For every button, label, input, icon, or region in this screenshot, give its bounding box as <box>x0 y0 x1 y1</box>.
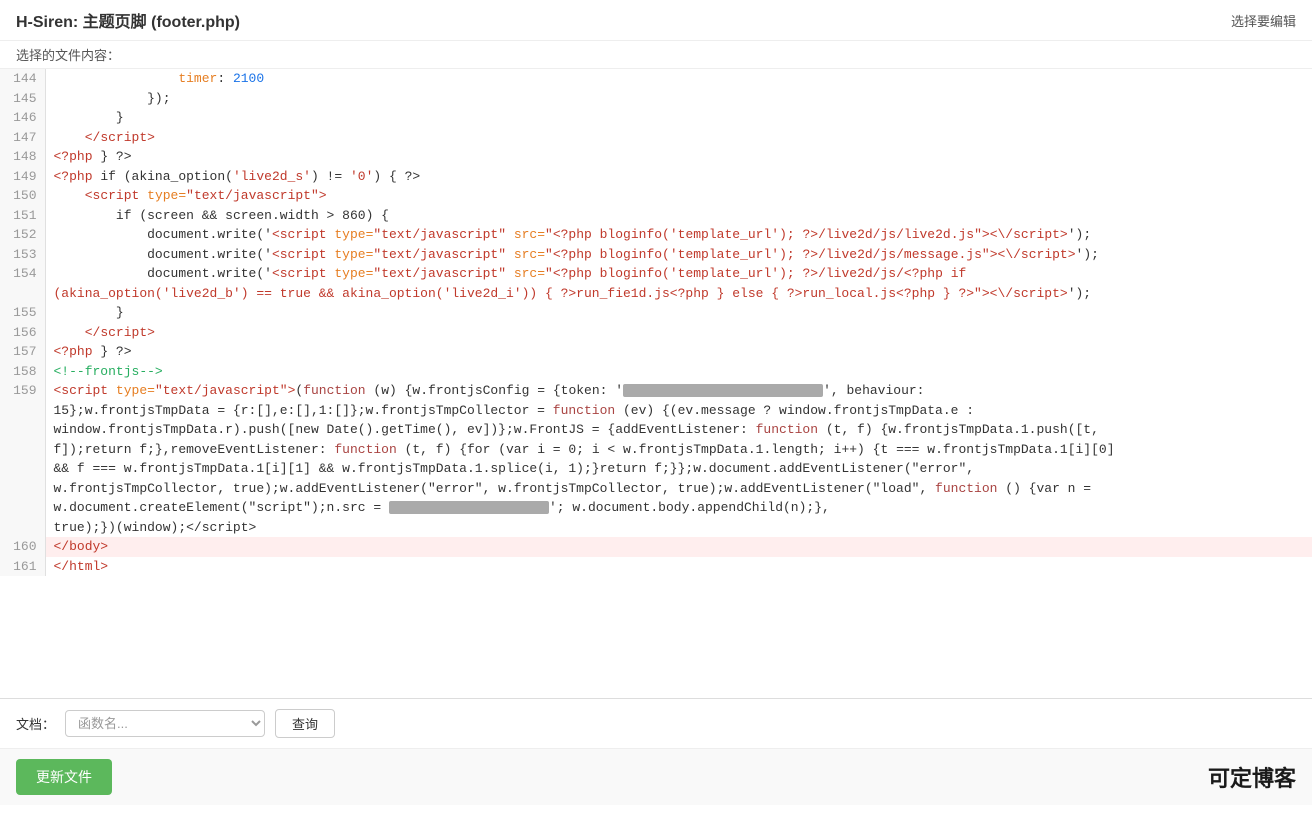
table-row: 147 </script> <box>0 128 1312 148</box>
line-code[interactable]: document.write('<script type="text/javas… <box>45 264 1312 303</box>
table-row: 160 </body> <box>0 537 1312 557</box>
line-number: 148 <box>0 147 45 167</box>
function-select[interactable]: 函数名... <box>65 710 265 737</box>
table-row: 148 <?php } ?> <box>0 147 1312 167</box>
query-button[interactable]: 查询 <box>275 709 335 738</box>
line-code[interactable]: </body> <box>45 537 1312 557</box>
header: H-Siren: 主题页脚 (footer.php) 选择要编辑 <box>0 0 1312 41</box>
brand-label: 可定博客 <box>1208 761 1296 793</box>
table-row: 145 }); <box>0 89 1312 109</box>
bottom-bar: 更新文件 可定博客 <box>0 749 1312 805</box>
table-row: 149 <?php if (akina_option('live2d_s') !… <box>0 167 1312 187</box>
line-code[interactable]: </script> <box>45 323 1312 343</box>
line-number: 156 <box>0 323 45 343</box>
line-number: 158 <box>0 362 45 382</box>
line-code[interactable]: } <box>45 108 1312 128</box>
line-code[interactable]: timer: 2100 <box>45 69 1312 89</box>
table-row: 146 } <box>0 108 1312 128</box>
line-code[interactable]: <?php } ?> <box>45 342 1312 362</box>
line-number: 152 <box>0 225 45 245</box>
line-code[interactable]: </script> <box>45 128 1312 148</box>
line-number: 147 <box>0 128 45 148</box>
table-row: 154 document.write('<script type="text/j… <box>0 264 1312 303</box>
doc-label: 文档： <box>16 714 55 733</box>
line-number: 160 <box>0 537 45 557</box>
table-row: 150 <script type="text/javascript"> <box>0 186 1312 206</box>
table-row: 157 <?php } ?> <box>0 342 1312 362</box>
table-row: 152 document.write('<script type="text/j… <box>0 225 1312 245</box>
footer-controls: 文档： 函数名... 查询 <box>0 699 1312 749</box>
table-row: 155 } <box>0 303 1312 323</box>
header-action[interactable]: 选择要编辑 <box>1231 11 1296 30</box>
line-code[interactable]: } <box>45 303 1312 323</box>
table-row: 158 <!--frontjs--> <box>0 362 1312 382</box>
line-number: 159 <box>0 381 45 537</box>
line-code[interactable]: if (screen && screen.width > 860) { <box>45 206 1312 226</box>
line-number: 154 <box>0 264 45 303</box>
line-code[interactable]: }); <box>45 89 1312 109</box>
line-code[interactable]: document.write('<script type="text/javas… <box>45 225 1312 245</box>
line-number: 161 <box>0 557 45 577</box>
table-row: 144 timer: 2100 <box>0 69 1312 89</box>
line-code[interactable]: <!--frontjs--> <box>45 362 1312 382</box>
table-row: 153 document.write('<script type="text/j… <box>0 245 1312 265</box>
line-number: 145 <box>0 89 45 109</box>
line-code[interactable]: <script type="text/javascript"> <box>45 186 1312 206</box>
table-row: 156 </script> <box>0 323 1312 343</box>
page-title: H-Siren: 主题页脚 (footer.php) <box>16 8 240 32</box>
table-row: 159 <script type="text/javascript">(func… <box>0 381 1312 537</box>
line-number: 150 <box>0 186 45 206</box>
line-code[interactable]: document.write('<script type="text/javas… <box>45 245 1312 265</box>
line-number: 144 <box>0 69 45 89</box>
line-number: 146 <box>0 108 45 128</box>
line-code[interactable]: <?php } ?> <box>45 147 1312 167</box>
code-table: 144 timer: 2100 145 }); 146 } 147 </sc <box>0 69 1312 576</box>
code-editor[interactable]: 144 timer: 2100 145 }); 146 } 147 </sc <box>0 69 1312 699</box>
line-code[interactable]: <script type="text/javascript">(function… <box>45 381 1312 537</box>
table-row: 151 if (screen && screen.width > 860) { <box>0 206 1312 226</box>
sub-header: 选择的文件内容： <box>0 41 1312 69</box>
line-number: 151 <box>0 206 45 226</box>
line-code[interactable]: </html> <box>45 557 1312 577</box>
line-number: 153 <box>0 245 45 265</box>
line-number: 155 <box>0 303 45 323</box>
update-file-button[interactable]: 更新文件 <box>16 759 112 795</box>
line-number: 149 <box>0 167 45 187</box>
sub-header-label: 选择的文件内容： <box>16 48 120 63</box>
table-row: 161 </html> <box>0 557 1312 577</box>
line-code[interactable]: <?php if (akina_option('live2d_s') != '0… <box>45 167 1312 187</box>
line-number: 157 <box>0 342 45 362</box>
